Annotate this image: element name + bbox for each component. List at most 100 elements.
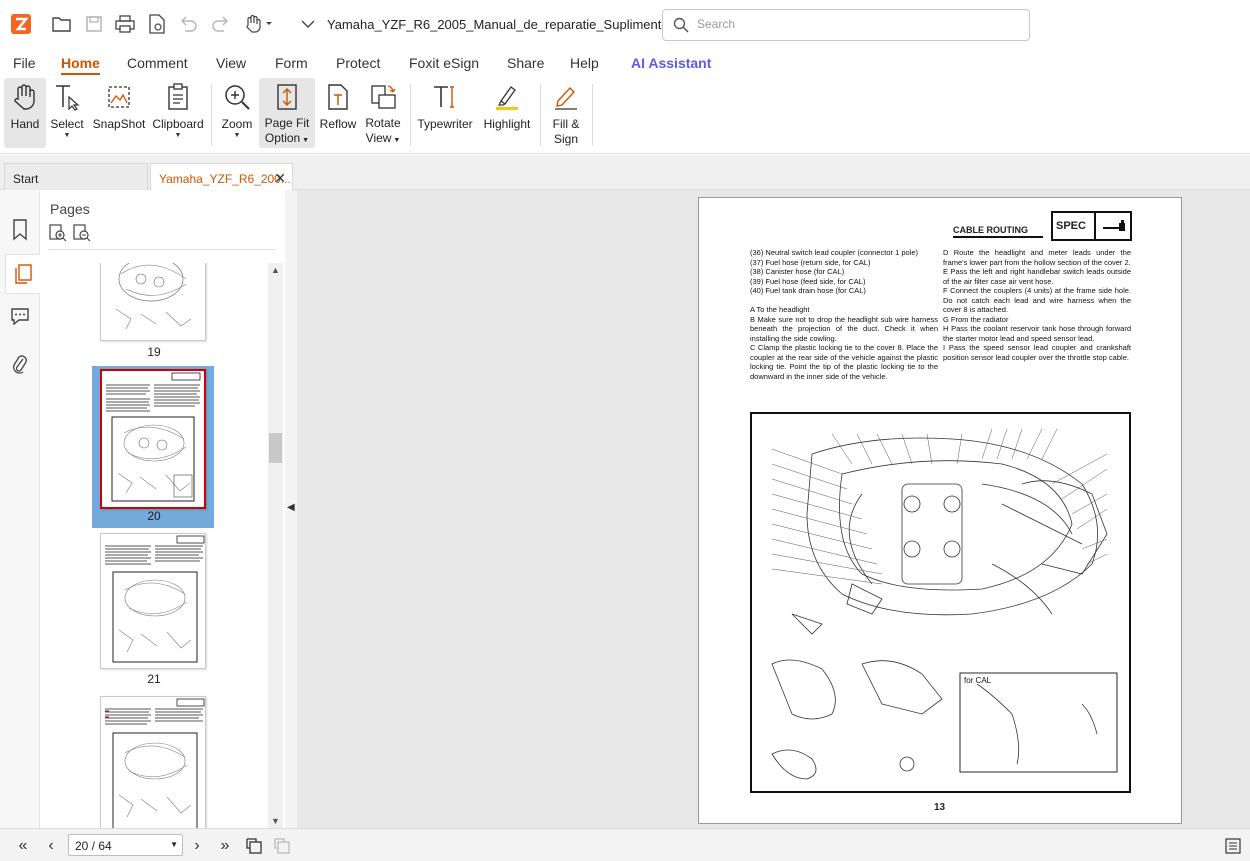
- page-thumbnail-20[interactable]: [100, 369, 206, 509]
- scroll-up-icon[interactable]: ▲: [271, 265, 280, 275]
- page-display-settings-icon[interactable]: [1222, 835, 1244, 857]
- search-box[interactable]: [662, 9, 1030, 41]
- thumbnail-label: 21: [147, 672, 161, 686]
- page-fit-icon: [272, 82, 302, 111]
- typewriter-icon: [430, 82, 460, 112]
- spec-box: SPEC: [1051, 211, 1132, 241]
- note-36: (36) Neutral switch lead coupler (connec…: [750, 248, 918, 257]
- document-viewer[interactable]: CABLE ROUTING SPEC (36) Neutral switch l…: [297, 190, 1250, 828]
- document-properties-icon[interactable]: [145, 12, 169, 36]
- menu-view[interactable]: View: [216, 55, 246, 71]
- ribbon-separator: [540, 84, 541, 146]
- thumbnail-page-content-icon: [105, 698, 205, 828]
- note-c: C Clamp the plastic locking tie to the c…: [750, 343, 938, 381]
- next-view-icon[interactable]: [271, 835, 293, 857]
- fill-and-sign-button[interactable]: Fill & Sign: [546, 78, 586, 148]
- menu-share[interactable]: Share: [507, 55, 544, 71]
- right-letter-notes: D Route the headlight and meter leads un…: [943, 248, 1131, 362]
- tab-start[interactable]: Start: [4, 163, 148, 190]
- zoom-button[interactable]: Zoom ▼: [218, 78, 256, 148]
- ribbon-separator: [211, 84, 212, 146]
- tab-start-label: Start: [13, 172, 39, 186]
- select-label: Select: [50, 117, 84, 131]
- menu-comment[interactable]: Comment: [127, 55, 188, 71]
- next-page-icon[interactable]: ›: [186, 835, 208, 857]
- menu-foxit-esign[interactable]: Foxit eSign: [409, 55, 479, 71]
- left-navigation-rail: [0, 190, 40, 828]
- rotate-view-button[interactable]: Rotate View ▼: [362, 78, 404, 148]
- motorcycle-wiring-drawing: for CAL: [771, 428, 1118, 780]
- rotate-view-label-line1: Rotate: [365, 116, 401, 130]
- wrench-spec-icon: [1103, 220, 1125, 231]
- page-fit-option-button[interactable]: Page Fit Option ▼: [259, 78, 315, 148]
- panel-collapse-handle[interactable]: ◀: [285, 190, 297, 828]
- bookmark-icon[interactable]: [6, 216, 34, 244]
- scrollbar-thumb[interactable]: [269, 433, 282, 463]
- close-tab-icon[interactable]: ✕: [274, 170, 286, 187]
- enlarge-thumbnail-icon[interactable]: [49, 224, 67, 242]
- menu-ai-assistant[interactable]: AI Assistant: [631, 55, 711, 71]
- note-37: (37) Fuel hose (return side, for CAL): [750, 257, 871, 267]
- rotate-view-label: Rotate View ▼: [365, 116, 401, 145]
- clipboard-caret-icon[interactable]: ▼: [175, 132, 182, 140]
- clipboard-button[interactable]: Clipboard ▼: [150, 78, 206, 148]
- page-thumbnail-19[interactable]: [100, 263, 206, 341]
- collapse-left-icon[interactable]: ◀: [287, 502, 295, 513]
- previous-view-icon[interactable]: [243, 835, 265, 857]
- menu-home[interactable]: Home: [61, 55, 100, 75]
- snapshot-button[interactable]: SnapShot: [92, 78, 146, 148]
- menu-help[interactable]: Help: [570, 55, 599, 71]
- quick-access-dropdown-icon[interactable]: [296, 12, 320, 36]
- hand-tool-button[interactable]: Hand: [4, 78, 46, 148]
- clipboard-label: Clipboard: [152, 117, 204, 131]
- attachment-icon[interactable]: [6, 350, 34, 378]
- thumbnail-diagram-icon: [115, 263, 192, 330]
- page-heading: CABLE ROUTING: [953, 225, 1028, 235]
- print-icon[interactable]: [113, 12, 137, 36]
- search-input[interactable]: [697, 17, 1017, 31]
- document-tab-bar: Start Yamaha_YZF_R6_200... ✕: [0, 155, 1250, 190]
- typewriter-button[interactable]: Typewriter: [416, 78, 474, 148]
- fill-sign-label: Fill & Sign: [553, 117, 580, 147]
- menu-file[interactable]: File: [13, 55, 36, 71]
- spec-label: SPEC: [1056, 220, 1086, 232]
- open-folder-icon[interactable]: [50, 12, 74, 36]
- comments-icon[interactable]: [6, 302, 34, 330]
- first-page-icon[interactable]: «: [12, 835, 34, 857]
- hand-icon: [10, 82, 40, 112]
- hand-dropdown-icon[interactable]: [242, 12, 276, 36]
- page-number-field[interactable]: 20 / 64 ▼: [68, 834, 183, 856]
- menu-form[interactable]: Form: [275, 55, 308, 71]
- cable-routing-diagram: for CAL: [750, 412, 1131, 793]
- thumbnail-label: 19: [147, 345, 161, 359]
- tab-document[interactable]: Yamaha_YZF_R6_200... ✕: [150, 163, 293, 190]
- scroll-down-icon[interactable]: ▼: [271, 816, 280, 826]
- previous-page-icon[interactable]: ‹: [40, 835, 62, 857]
- note-g: G From the radiator: [943, 314, 1009, 324]
- last-page-icon[interactable]: »: [214, 835, 236, 857]
- tab-document-label: Yamaha_YZF_R6_200...: [159, 172, 291, 186]
- undo-icon[interactable]: [176, 12, 200, 36]
- highlight-button[interactable]: Highlight: [480, 78, 534, 148]
- save-icon[interactable]: [82, 12, 106, 36]
- pages-panel-icon[interactable]: [5, 254, 40, 294]
- search-icon: [673, 17, 689, 33]
- page-number: 13: [934, 802, 946, 813]
- ribbon-toolbar: Hand Select ▼ SnapShot Clipboard ▼ Zoom …: [0, 78, 1250, 154]
- thumbnail-scrollbar[interactable]: ▲ ▼: [268, 263, 283, 828]
- snapshot-icon: [104, 82, 134, 112]
- redo-icon[interactable]: [209, 12, 233, 36]
- pages-panel-title: Pages: [50, 201, 90, 217]
- page-dropdown-icon[interactable]: ▼: [170, 840, 178, 849]
- zoom-caret-icon[interactable]: ▼: [234, 132, 241, 140]
- menu-protect[interactable]: Protect: [336, 55, 380, 71]
- reflow-button[interactable]: Reflow: [318, 78, 358, 148]
- page-thumbnail-21[interactable]: [100, 533, 206, 669]
- select-tool-button[interactable]: Select ▼: [48, 78, 86, 148]
- reduce-thumbnail-icon[interactable]: [73, 224, 91, 242]
- select-caret-icon[interactable]: ▼: [64, 132, 71, 140]
- reflow-icon: [323, 82, 353, 112]
- page-thumbnail-22[interactable]: [100, 696, 206, 828]
- select-text-icon: [52, 82, 82, 112]
- highlight-label: Highlight: [483, 117, 531, 131]
